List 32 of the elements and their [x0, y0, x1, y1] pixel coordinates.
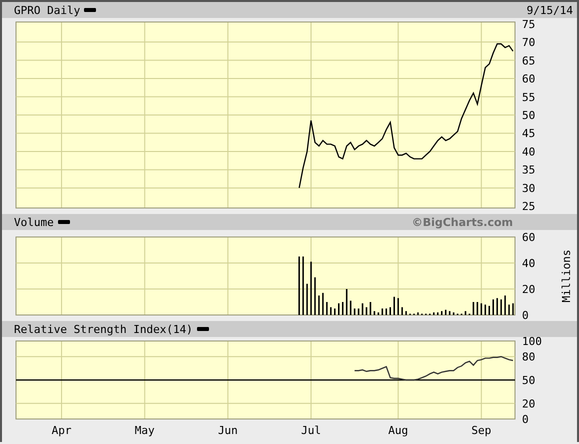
axis-tick-label: 50 — [522, 374, 536, 387]
copyright-text: ©BigCharts.com — [412, 216, 513, 228]
month-label: Aug — [388, 424, 408, 437]
axis-title: Millions — [560, 250, 573, 302]
axis-tick-label: 75 — [522, 18, 536, 31]
panel-title: Volume — [14, 216, 54, 228]
panel-title: Relative Strength Index(14) — [14, 322, 193, 336]
axis-tick-label: 100 — [522, 337, 542, 348]
chart-date: 9/15/14 — [526, 4, 573, 16]
panel-title: GPRO Daily — [14, 4, 80, 16]
axis-tick-label: 25 — [522, 200, 536, 214]
axis-tick-label: 45 — [522, 127, 536, 140]
month-label: Sep — [471, 424, 492, 437]
month-label: Jul — [301, 424, 321, 437]
axis-tick-label: 35 — [522, 164, 536, 177]
axis-tick-label: 50 — [522, 109, 536, 122]
axis-tick-label: 20 — [522, 397, 536, 410]
axis-tick-label: 30 — [522, 182, 536, 195]
axis-tick-label: 0 — [522, 309, 529, 321]
axis-tick-label: 55 — [522, 90, 536, 104]
axis-tick-label: 80 — [522, 350, 536, 364]
axis-tick-label: 0 — [522, 413, 529, 426]
month-label: Apr — [52, 424, 72, 437]
month-label: May — [134, 424, 155, 437]
axis-tick-label: 65 — [522, 54, 536, 68]
axis-tick-label: 20 — [522, 283, 536, 296]
axis-tick-label: 60 — [522, 231, 536, 244]
month-label: Jun — [218, 424, 238, 437]
axis-tick-label: 60 — [522, 72, 536, 86]
axis-tick-label: 40 — [522, 145, 536, 158]
axis-tick-label: 70 — [522, 36, 536, 50]
axis-tick-label: 40 — [522, 257, 536, 270]
